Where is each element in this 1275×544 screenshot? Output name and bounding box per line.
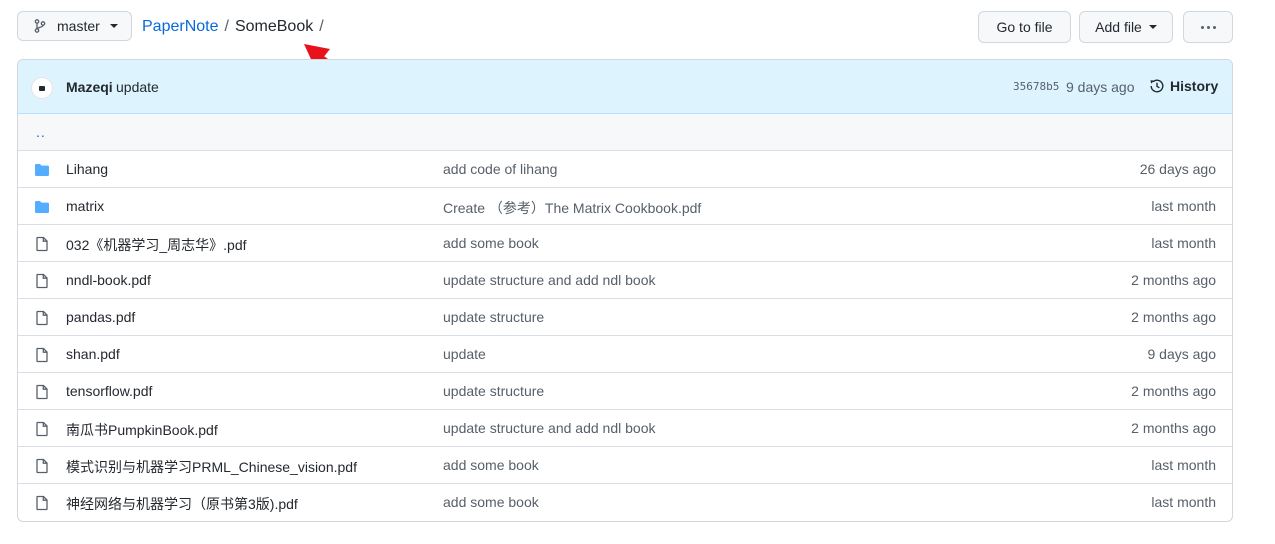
file-row[interactable]: 032《机器学习_周志华》.pdf add some book last month <box>18 225 1232 262</box>
breadcrumb: PaperNote / SomeBook / <box>142 16 330 38</box>
chevron-down-icon <box>109 24 118 28</box>
commit-age: 9 days ago <box>1066 79 1135 95</box>
file-commit-age: last month <box>1151 235 1216 251</box>
file-list: Lihang add code of lihang 26 days ago matri… <box>18 151 1232 521</box>
breadcrumb-trailing-separator: / <box>319 18 324 35</box>
branch-select-button[interactable]: master <box>17 11 132 41</box>
more-options-button[interactable] <box>1183 11 1233 43</box>
history-label: History <box>1170 78 1219 94</box>
file-name-link[interactable]: tensorflow.pdf <box>66 383 152 399</box>
file-row[interactable]: nndl-book.pdf update structure and add nd… <box>18 262 1232 299</box>
file-name-link[interactable]: shan.pdf <box>66 346 120 362</box>
file-commit-message[interactable]: update structure <box>443 309 544 325</box>
file-name-link[interactable]: 032《机器学习_周志华》.pdf <box>66 235 247 255</box>
file-commit-message[interactable]: add some book <box>443 494 539 510</box>
repo-toolbar: master PaperNote / SomeBook / Go to file… <box>17 11 1233 43</box>
file-row[interactable]: 南瓜书PumpkinBook.pdf update structure and a… <box>18 410 1232 447</box>
file-icon <box>34 421 50 437</box>
file-commit-age: 2 months ago <box>1131 383 1216 399</box>
add-file-button[interactable]: Add file <box>1079 11 1173 43</box>
latest-commit-bar: Mazeqi update 35678b5 9 days ago History <box>18 60 1232 114</box>
file-commit-message[interactable]: add some book <box>443 457 539 473</box>
file-commit-message[interactable]: update structure and add ndl book <box>443 272 656 288</box>
file-commit-age: last month <box>1151 457 1216 473</box>
file-commit-message[interactable]: add code of lihang <box>443 161 557 177</box>
file-browser: Mazeqi update 35678b5 9 days ago History… <box>17 59 1233 522</box>
file-commit-age: 2 months ago <box>1131 309 1216 325</box>
file-commit-age: last month <box>1151 494 1216 510</box>
file-commit-age: 9 days ago <box>1147 346 1217 362</box>
breadcrumb-separator: / <box>224 18 229 35</box>
file-row[interactable]: tensorflow.pdf update structure 2 months a… <box>18 373 1232 410</box>
add-file-label: Add file <box>1095 19 1142 35</box>
file-icon <box>34 273 50 289</box>
commit-author[interactable]: Mazeqi <box>66 79 113 95</box>
parent-directory-link[interactable]: .. <box>36 124 46 140</box>
file-row[interactable]: Lihang add code of lihang 26 days ago <box>18 151 1232 188</box>
file-name-link[interactable]: matrix <box>66 198 104 214</box>
file-icon <box>34 236 50 252</box>
go-to-file-label: Go to file <box>996 19 1053 35</box>
file-row[interactable]: shan.pdf update 9 days ago <box>18 336 1232 373</box>
file-commit-age: last month <box>1151 198 1216 214</box>
file-commit-message[interactable]: add some book <box>443 235 539 251</box>
file-icon <box>34 495 50 511</box>
file-row[interactable]: pandas.pdf update structure 2 months ago <box>18 299 1232 336</box>
file-name-link[interactable]: 南瓜书PumpkinBook.pdf <box>66 420 218 440</box>
branch-label: master <box>57 18 100 34</box>
commit-sha[interactable]: 35678b5 <box>1013 80 1059 93</box>
git-branch-icon <box>34 18 50 34</box>
file-name-link[interactable]: nndl-book.pdf <box>66 272 151 288</box>
history-icon <box>1150 79 1164 93</box>
file-commit-message[interactable]: update <box>443 346 486 362</box>
file-icon <box>34 310 50 326</box>
file-name-link[interactable]: 神经网络与机器学习（原书第3版).pdf <box>66 494 298 514</box>
folder-icon <box>34 162 50 178</box>
file-commit-age: 2 months ago <box>1131 420 1216 436</box>
file-commit-message[interactable]: update structure and add ndl book <box>443 420 656 436</box>
history-link[interactable]: History <box>1149 78 1218 94</box>
breadcrumb-current-folder: SomeBook <box>234 18 314 35</box>
parent-directory-row[interactable]: .. <box>18 114 1232 151</box>
more-icon <box>1200 25 1216 29</box>
avatar[interactable] <box>31 77 53 99</box>
folder-icon <box>34 199 50 215</box>
file-row[interactable]: 模式识别与机器学习PRML_Chinese_vision.pdf add some… <box>18 447 1232 484</box>
file-commit-age: 26 days ago <box>1139 161 1216 177</box>
file-commit-message[interactable]: update structure <box>443 383 544 399</box>
file-row[interactable]: 神经网络与机器学习（原书第3版).pdf add some book last mo… <box>18 484 1232 521</box>
go-to-file-button[interactable]: Go to file <box>978 11 1071 43</box>
commit-message[interactable]: update <box>116 79 159 95</box>
file-icon <box>34 347 50 363</box>
chevron-down-icon <box>1148 25 1157 29</box>
file-name-link[interactable]: Lihang <box>66 161 108 177</box>
file-commit-age: 2 months ago <box>1131 272 1216 288</box>
file-name-link[interactable]: pandas.pdf <box>66 309 135 325</box>
file-name-link[interactable]: 模式识别与机器学习PRML_Chinese_vision.pdf <box>66 457 357 477</box>
file-icon <box>34 458 50 474</box>
file-icon <box>34 384 50 400</box>
file-commit-message[interactable]: Create （参考）The Matrix Cookbook.pdf <box>443 198 701 218</box>
file-row[interactable]: matrix Create （参考）The Matrix Cookbook.pdf… <box>18 188 1232 225</box>
breadcrumb-repo-link[interactable]: PaperNote <box>142 16 219 38</box>
